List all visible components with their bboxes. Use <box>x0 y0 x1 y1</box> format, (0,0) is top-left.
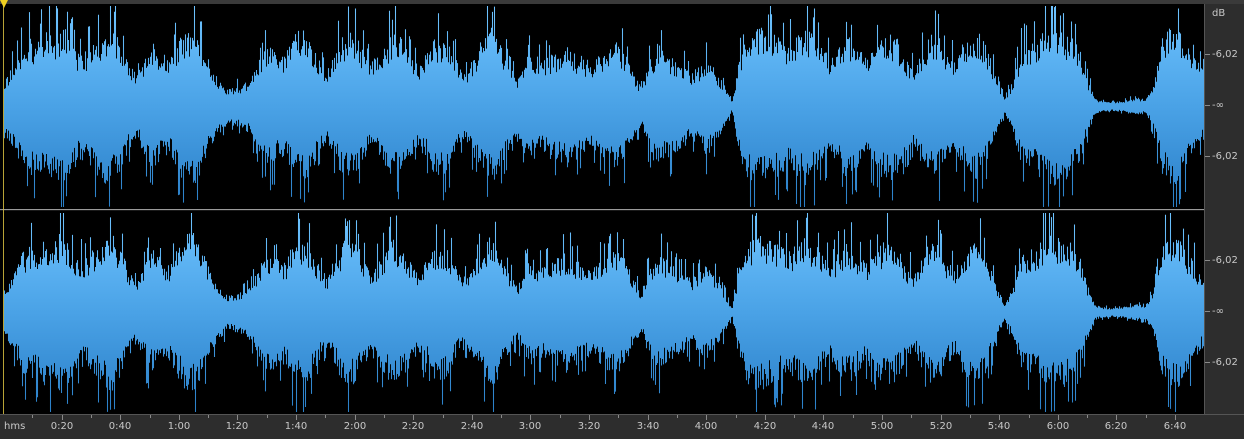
db-unit-label: dB <box>1212 8 1226 19</box>
db-label-bottom-center: -∞ <box>1212 306 1224 317</box>
time-tick <box>325 415 326 418</box>
time-tick <box>618 415 619 418</box>
time-label-4-00: 4:00 <box>694 421 718 432</box>
time-label-2-40: 2:40 <box>460 421 484 432</box>
db-label-bottom-upper: -6,02 <box>1212 255 1238 266</box>
waveform-left-svg <box>4 6 1204 207</box>
time-tick <box>62 415 63 420</box>
time-label-2-20: 2:20 <box>401 421 425 432</box>
time-tick <box>706 415 707 420</box>
channel-left-waveform[interactable] <box>4 4 1204 209</box>
time-tick <box>941 415 942 420</box>
time-label-5-20: 5:20 <box>929 421 953 432</box>
db-label-top-lower: -6,02 <box>1212 151 1238 162</box>
time-label-4-20: 4:20 <box>753 421 777 432</box>
time-tick <box>1146 415 1147 418</box>
playhead-cursor[interactable] <box>3 4 4 414</box>
db-label-top-center: -∞ <box>1212 100 1224 111</box>
time-label-6-00: 6:00 <box>1046 421 1070 432</box>
time-tick <box>765 415 766 420</box>
channel-right-waveform[interactable] <box>4 211 1204 414</box>
time-ruler[interactable]: hms 0:20 0:40 1:00 1:20 1:40 2:00 2:20 2:40 3:00… <box>0 414 1244 439</box>
time-label-1-00: 1:00 <box>167 421 191 432</box>
db-tick <box>1205 362 1210 363</box>
time-tick <box>589 415 590 420</box>
time-tick <box>208 415 209 418</box>
time-tick <box>267 415 268 418</box>
time-tick <box>355 415 356 420</box>
time-label-4-40: 4:40 <box>811 421 835 432</box>
time-label-6-40: 6:40 <box>1163 421 1187 432</box>
time-label-1-20: 1:20 <box>225 421 249 432</box>
waveform-editor[interactable]: dB -6,02 -∞ -6,02 -6,02 -∞ -6,02 hms 0:2… <box>0 0 1244 439</box>
time-label-3-20: 3:20 <box>577 421 601 432</box>
time-tick <box>237 415 238 420</box>
time-label-5-40: 5:40 <box>987 421 1011 432</box>
db-ruler: dB -6,02 -∞ -6,02 -6,02 -∞ -6,02 <box>1204 4 1244 414</box>
db-tick <box>1205 105 1210 106</box>
waveform-right-svg <box>4 213 1204 412</box>
db-tick <box>1205 54 1210 55</box>
time-tick <box>91 415 92 418</box>
time-label-0-20: 0:20 <box>50 421 74 432</box>
time-tick <box>823 415 824 420</box>
time-tick <box>882 415 883 420</box>
time-tick <box>560 415 561 418</box>
time-tick <box>1175 415 1176 420</box>
time-label-0-40: 0:40 <box>108 421 132 432</box>
time-tick <box>677 415 678 418</box>
time-tick <box>296 415 297 420</box>
time-tick <box>1029 415 1030 418</box>
time-label-3-40: 3:40 <box>636 421 660 432</box>
time-tick <box>179 415 180 420</box>
time-tick <box>384 415 385 418</box>
time-tick <box>1116 415 1117 420</box>
db-tick <box>1205 311 1210 312</box>
time-tick <box>794 415 795 418</box>
time-tick <box>648 415 649 420</box>
time-tick <box>32 415 33 418</box>
time-tick <box>120 415 121 420</box>
time-tick <box>1087 415 1088 418</box>
waveform-path <box>4 6 1204 207</box>
db-tick <box>1205 156 1210 157</box>
time-tick <box>501 415 502 418</box>
time-tick <box>530 415 531 420</box>
waveform-path <box>4 213 1204 412</box>
time-label-1-40: 1:40 <box>284 421 308 432</box>
db-label-top-upper: -6,02 <box>1212 49 1238 60</box>
time-tick <box>443 415 444 418</box>
time-tick <box>413 415 414 420</box>
time-tick <box>150 415 151 418</box>
time-tick <box>911 415 912 418</box>
db-tick <box>1205 260 1210 261</box>
time-label-3-00: 3:00 <box>518 421 542 432</box>
time-label-2-00: 2:00 <box>343 421 367 432</box>
time-tick <box>853 415 854 418</box>
time-label-6-20: 6:20 <box>1104 421 1128 432</box>
time-tick <box>970 415 971 418</box>
db-label-bottom-lower: -6,02 <box>1212 357 1238 368</box>
playhead-marker-icon[interactable] <box>0 0 8 8</box>
time-tick <box>1058 415 1059 420</box>
time-tick <box>999 415 1000 420</box>
time-unit-label: hms <box>4 421 26 432</box>
time-label-5-00: 5:00 <box>870 421 894 432</box>
time-tick <box>736 415 737 418</box>
time-tick <box>472 415 473 420</box>
